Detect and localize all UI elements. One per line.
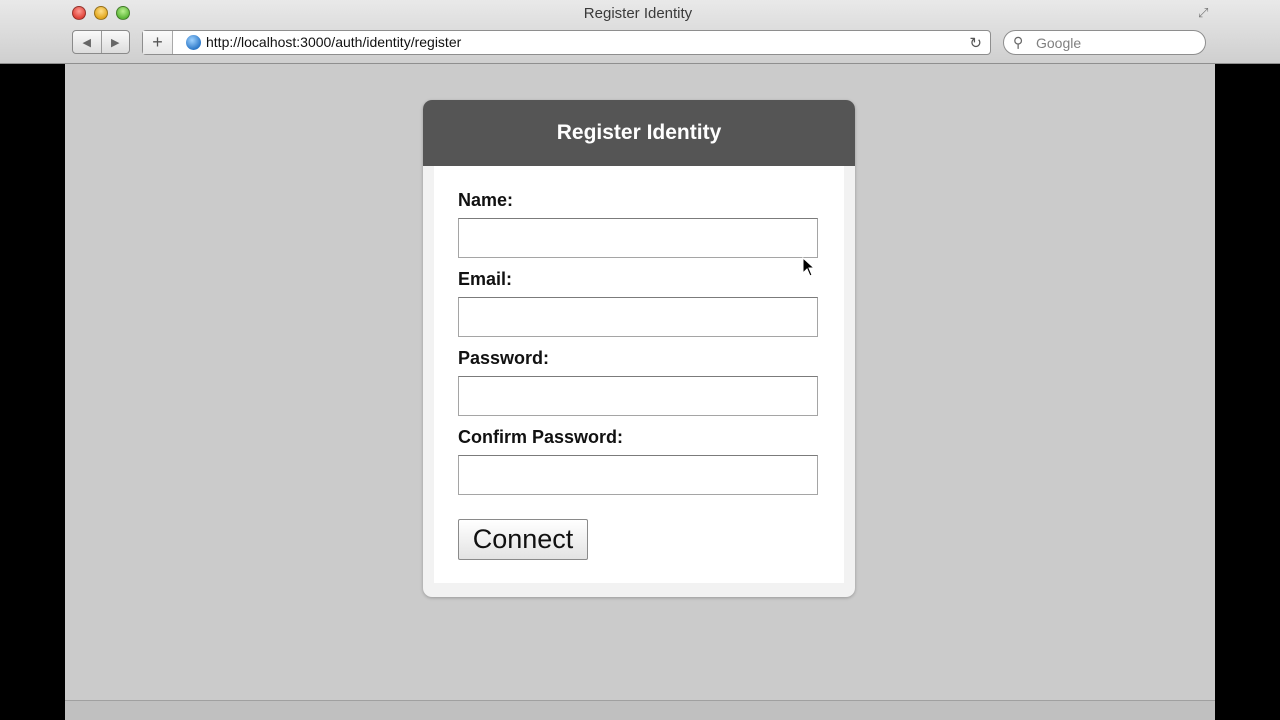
back-arrow-icon: ◀ — [82, 36, 91, 49]
name-label: Name: — [458, 190, 514, 210]
globe-icon — [186, 35, 201, 50]
forward-arrow-icon: ▶ — [111, 36, 120, 49]
browser-window: Register Identity Name: Email: Password:… — [65, 64, 1215, 720]
register-form: Name: Email: Password: Confirm Password:… — [434, 166, 844, 583]
reload-icon[interactable]: ↻ — [969, 34, 982, 52]
register-panel: Register Identity Name: Email: Password:… — [423, 100, 855, 597]
fullscreen-icon[interactable]: ⤢ — [1198, 5, 1214, 21]
page-title: Register Identity — [556, 121, 722, 144]
history-navigation: ◀ ▶ — [72, 30, 130, 54]
email-label: Email: — [458, 269, 513, 289]
address-bar[interactable]: + http://localhost:3000/auth/identity/re… — [142, 30, 991, 55]
search-placeholder: Google — [1036, 35, 1082, 51]
window-title: Register Identity — [583, 5, 693, 22]
panel-header: Register Identity — [423, 100, 855, 166]
new-tab-button[interactable]: + — [143, 31, 173, 54]
confirm-password-field[interactable] — [458, 455, 818, 495]
status-bar — [65, 700, 1215, 720]
url-text[interactable]: http://localhost:3000/auth/identity/regi… — [206, 34, 461, 50]
name-field[interactable] — [458, 218, 818, 258]
search-icon[interactable]: ⚲ — [1013, 34, 1023, 51]
search-field[interactable]: ⚲ Google — [1003, 30, 1206, 55]
confirm-password-label: Confirm Password: — [458, 427, 624, 447]
forward-button[interactable]: ▶ — [100, 31, 130, 53]
email-field[interactable] — [458, 297, 818, 337]
password-label: Password: — [458, 348, 550, 368]
password-field[interactable] — [458, 376, 818, 416]
page-content: Register Identity Name: Email: Password:… — [65, 64, 1215, 700]
browser-chrome: Register Identity ⤢ ◀ ▶ + http://localho… — [0, 0, 1280, 64]
connect-button[interactable]: Connect — [458, 519, 588, 560]
mouse-cursor-icon — [802, 257, 816, 277]
back-button[interactable]: ◀ — [73, 31, 101, 53]
